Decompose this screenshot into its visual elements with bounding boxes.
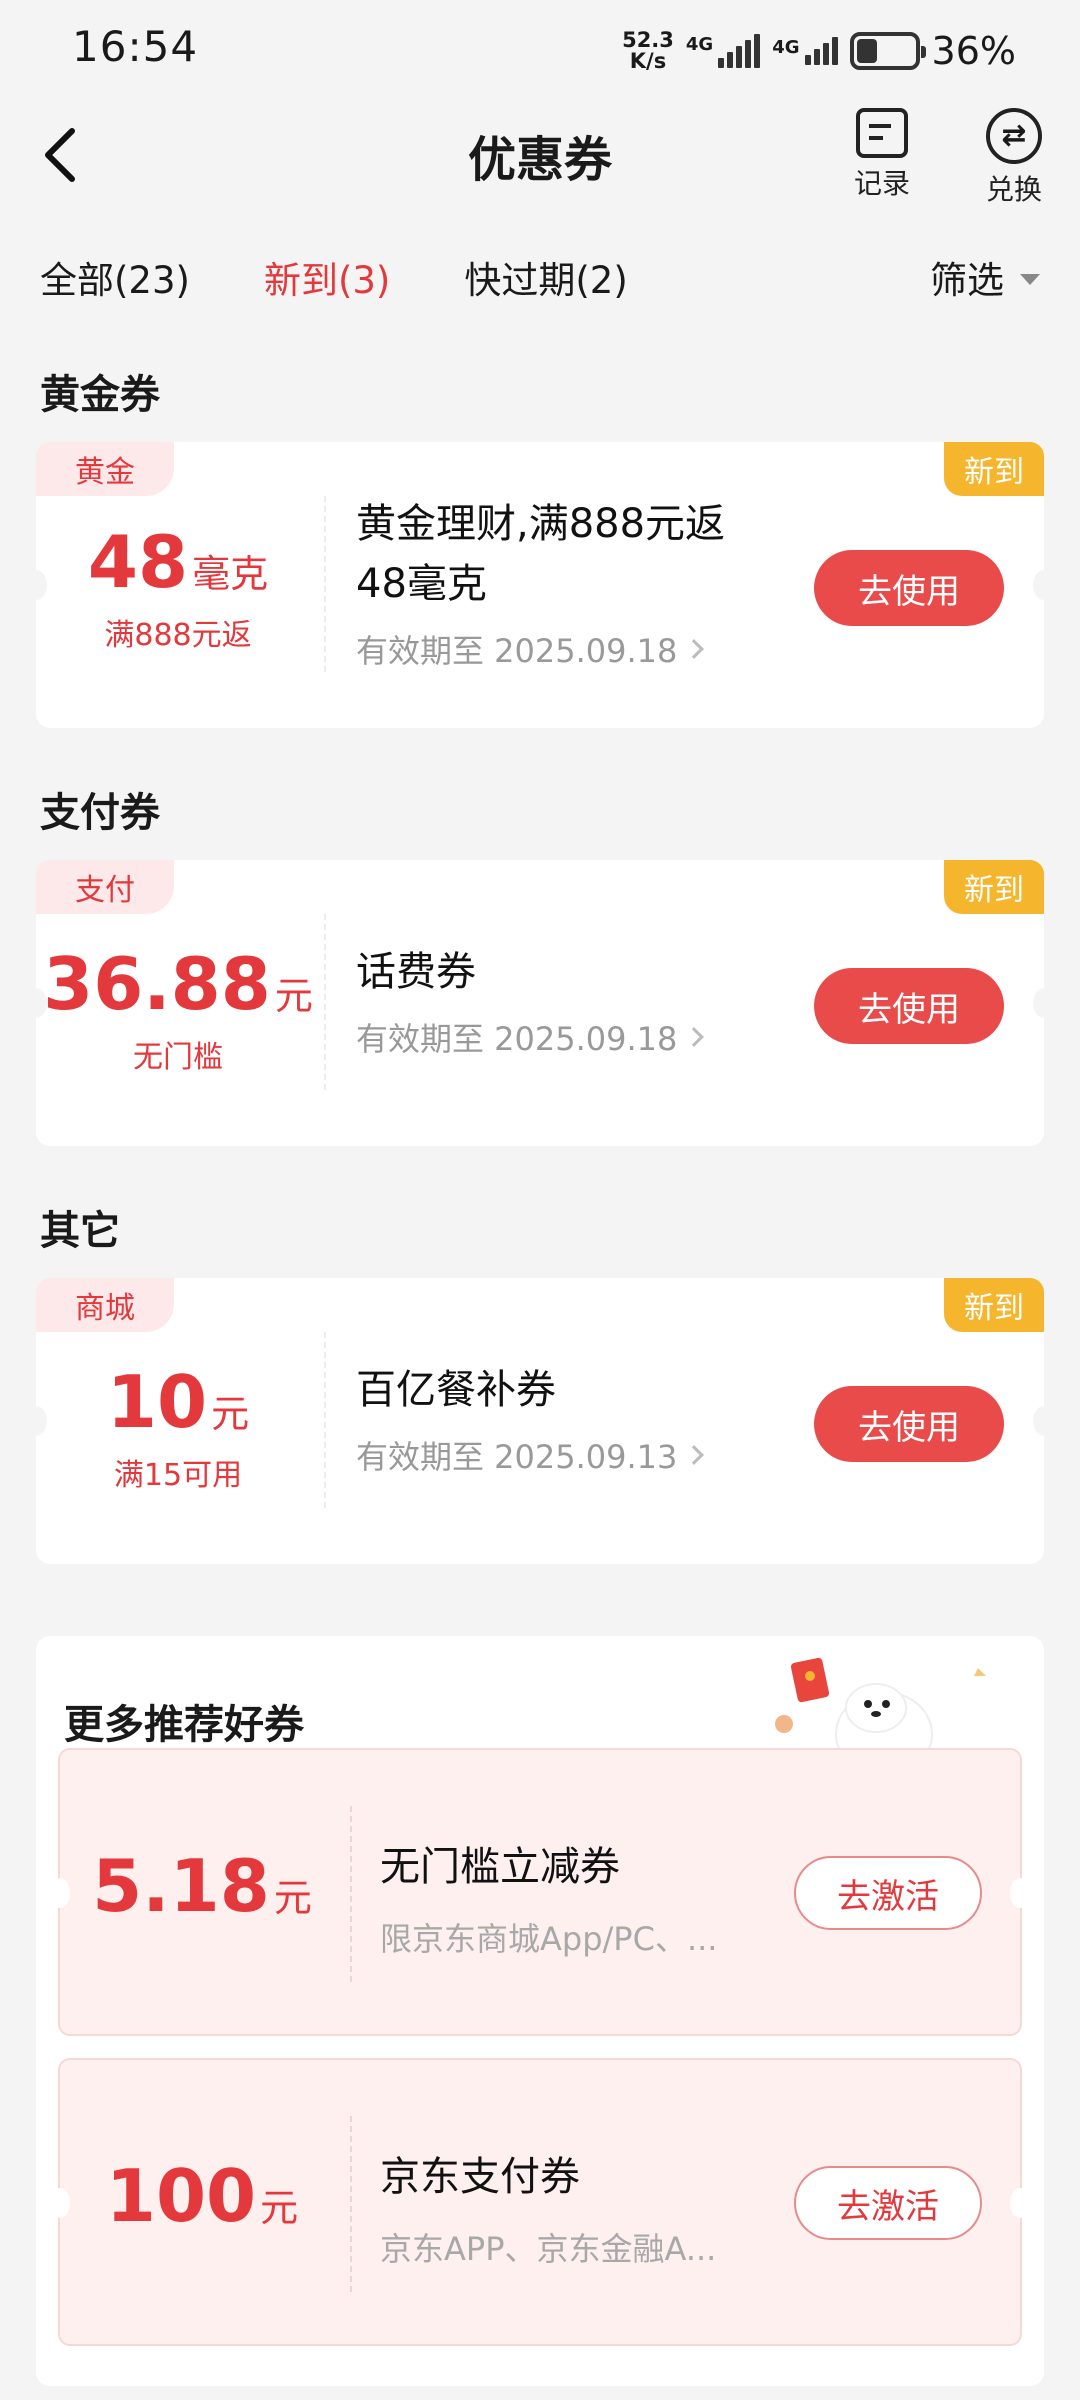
coupon-description: 限京东商城App/PC、... (380, 1920, 718, 1958)
coupon-card-mall[interactable]: 商城 新到 10 元 满15可用 百亿餐补券 有效期至 2025.09.13 去使… (36, 1278, 1044, 1564)
section-title-gold: 黄金券 (40, 372, 160, 418)
use-button[interactable]: 去使用 (814, 968, 1004, 1044)
signal-icon: 4G (772, 37, 838, 65)
coupon-amount: 5.18 元 (92, 1844, 312, 1928)
new-badge: 新到 (944, 1278, 1044, 1332)
category-tag: 黄金 (36, 442, 174, 496)
signal-icon: 4G (686, 34, 761, 68)
exchange-label: 兑换 (985, 173, 1042, 206)
coupon-amount: 10 元 满15可用 (36, 1366, 320, 1494)
coupon-condition: 满888元返 (104, 618, 252, 653)
coupon-info: 京东支付券 京东APP、京东金融A... (380, 2144, 760, 2270)
activate-button[interactable]: 去激活 (794, 1856, 982, 1930)
tab-all[interactable]: 全部(23) (40, 250, 190, 310)
new-badge: 新到 (944, 442, 1044, 496)
category-tag: 商城 (36, 1278, 174, 1332)
network-speed: 52.3 K/s (622, 28, 674, 73)
section-title-other: 其它 (40, 1208, 120, 1254)
coupon-title: 话费券 (356, 949, 476, 995)
coupon-validity[interactable]: 有效期至 2025.09.18 (356, 1014, 776, 1060)
coupon-info: 百亿餐补券 有效期至 2025.09.13 (356, 1360, 776, 1478)
tab-new[interactable]: 新到(3) (264, 250, 390, 310)
coupon-title: 无门槛立减券 (380, 1844, 620, 1890)
chevron-right-icon (684, 639, 705, 659)
record-button[interactable]: 记录 (832, 108, 932, 202)
section-title-payment: 支付券 (40, 790, 160, 836)
coupon-amount: 36.88 元 无门槛 (36, 948, 320, 1076)
coupon-condition: 满15可用 (113, 1458, 243, 1493)
dropdown-triangle-icon (1020, 273, 1040, 285)
coupon-info: 黄金理财,满888元返 48毫克 有效期至 2025.09.18 (356, 494, 776, 672)
coupon-amount: 48 毫克 满888元返 (36, 526, 320, 654)
filter-tabs: 全部(23) 新到(3) 快过期(2) (40, 250, 628, 310)
activate-button[interactable]: 去激活 (794, 2166, 982, 2240)
category-tag: 支付 (36, 860, 174, 914)
recommend-coupon-card[interactable]: 5.18 元 无门槛立减券 限京东商城App/PC、... 去激活 (50, 1748, 1030, 2036)
coupon-title-line2: 48毫克 (356, 561, 487, 607)
coupon-card-gold[interactable]: 黄金 新到 48 毫克 满888元返 黄金理财,满888元返 48毫克 有效期至 … (36, 442, 1044, 728)
recommend-panel: 更多推荐好券 5.18 元 无门槛立减券 限京东商城App/PC、... 去激活 … (36, 1636, 1044, 2386)
recommend-coupon-card[interactable]: 100 元 京东支付券 京东APP、京东金融A... 去激活 (50, 2058, 1030, 2346)
recommend-title: 更多推荐好券 (64, 1702, 304, 1748)
exchange-button[interactable]: ⇄ 兑换 (964, 108, 1064, 208)
coupon-validity[interactable]: 有效期至 2025.09.13 (356, 1432, 776, 1478)
record-label: 记录 (853, 167, 910, 200)
coupon-amount: 100 元 (105, 2154, 299, 2238)
coupon-condition: 无门槛 (133, 1040, 223, 1075)
new-badge: 新到 (944, 860, 1044, 914)
battery-percent: 36% (931, 29, 1016, 73)
chevron-right-icon (684, 1027, 705, 1047)
filter-button[interactable]: 筛选 (930, 250, 1040, 304)
chevron-right-icon (684, 1445, 705, 1465)
coupon-validity[interactable]: 有效期至 2025.09.18 (356, 626, 776, 672)
coupon-title: 黄金理财,满888元返 (356, 501, 726, 547)
record-icon (856, 108, 908, 158)
coupon-info: 话费券 有效期至 2025.09.18 (356, 942, 776, 1060)
coupon-title: 百亿餐补券 (356, 1367, 556, 1413)
coupon-title: 京东支付券 (380, 2154, 580, 2200)
coupon-description: 京东APP、京东金融A... (380, 2230, 717, 2268)
status-time: 16:54 (72, 22, 199, 71)
tab-expiring[interactable]: 快过期(2) (464, 250, 627, 310)
exchange-icon: ⇄ (986, 108, 1042, 164)
filter-label: 筛选 (930, 259, 1004, 302)
coupon-info: 无门槛立减券 限京东商城App/PC、... (380, 1834, 760, 1960)
battery-icon (849, 32, 926, 70)
coupon-card-payment[interactable]: 支付 新到 36.88 元 无门槛 话费券 有效期至 2025.09.18 去使用 (36, 860, 1044, 1146)
use-button[interactable]: 去使用 (814, 550, 1004, 626)
use-button[interactable]: 去使用 (814, 1386, 1004, 1462)
status-indicators: 52.3 K/s 4G 4G 36% (622, 24, 1016, 78)
